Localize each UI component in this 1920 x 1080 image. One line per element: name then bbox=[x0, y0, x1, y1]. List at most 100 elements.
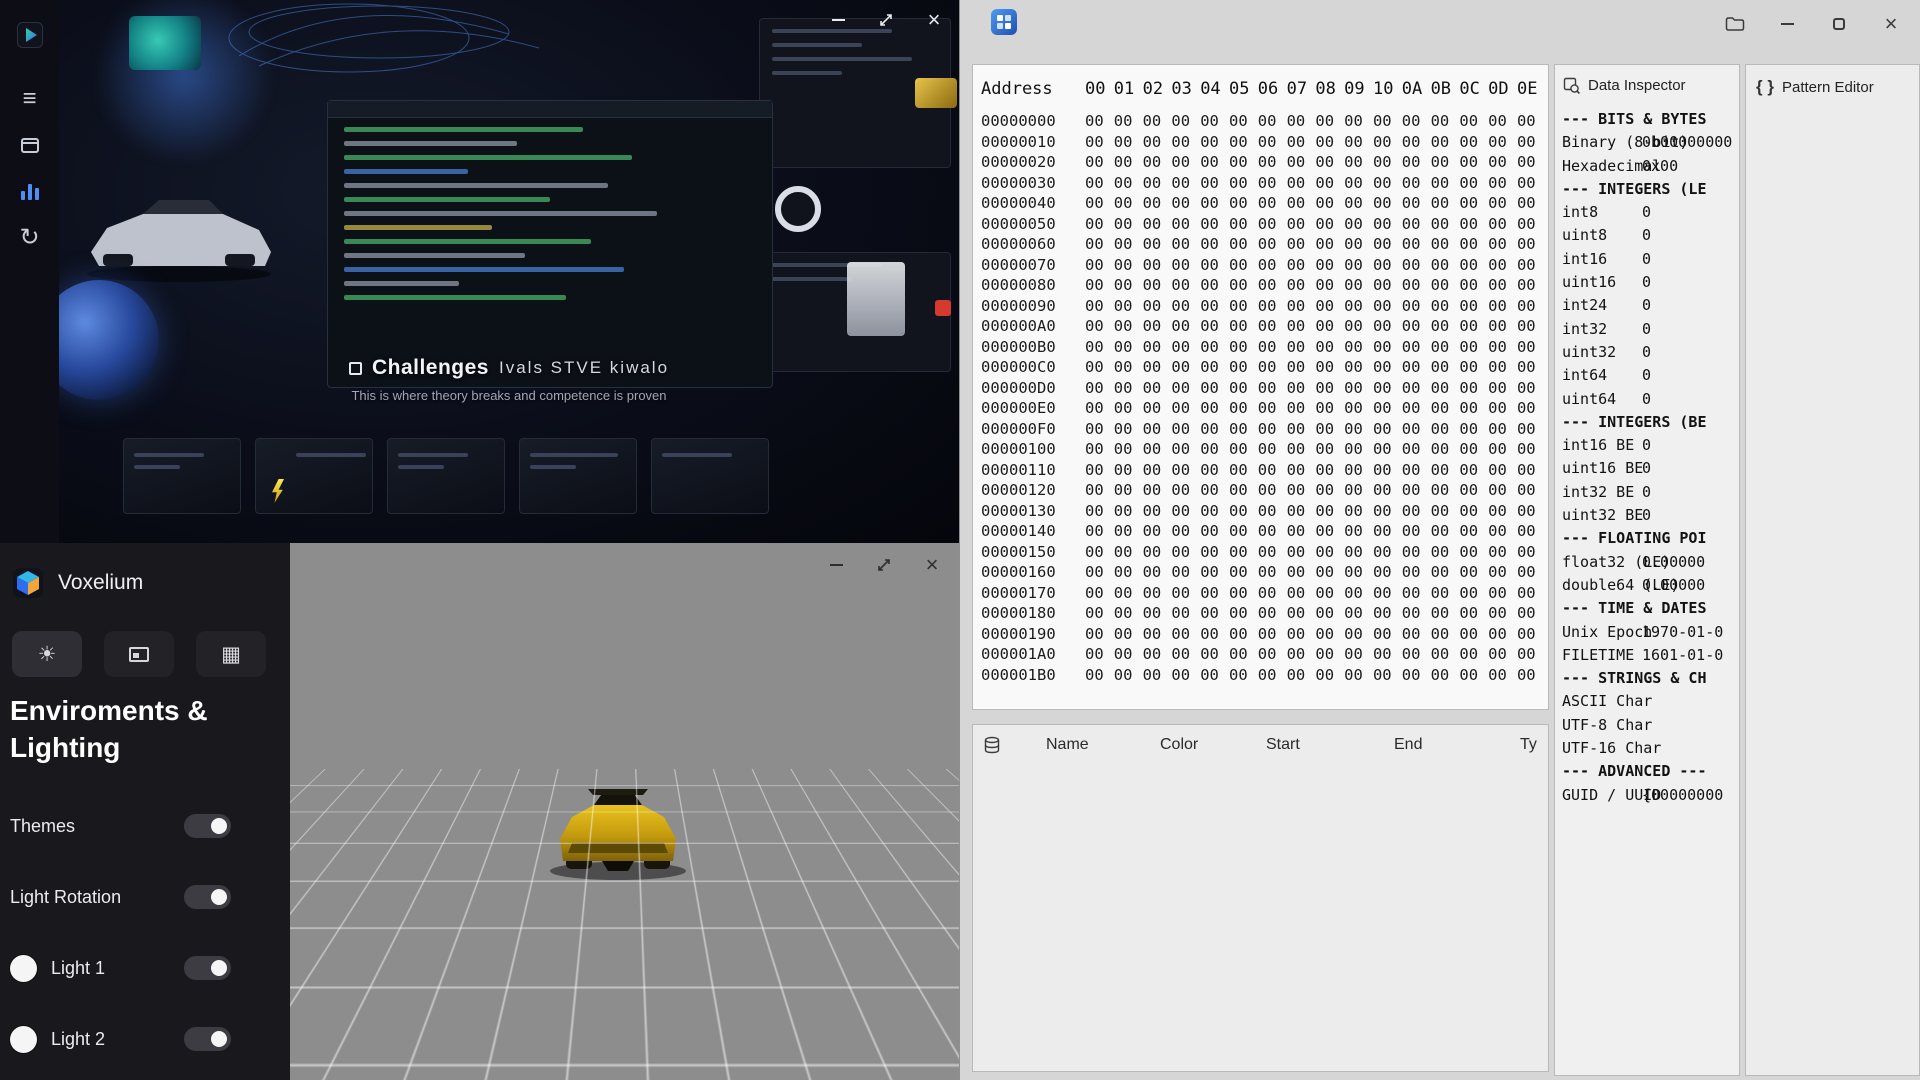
hex-byte-cell[interactable]: 00 bbox=[1373, 480, 1402, 501]
hex-byte-cell[interactable]: 00 bbox=[1229, 357, 1258, 378]
hex-byte-cell[interactable]: 00 bbox=[1229, 501, 1258, 522]
hex-byte-cell[interactable]: 00 bbox=[1373, 316, 1402, 337]
hex-byte-cell[interactable]: 00 bbox=[1085, 521, 1114, 542]
hex-byte-cell[interactable]: 00 bbox=[1258, 255, 1287, 276]
toggle-switch[interactable] bbox=[184, 885, 231, 909]
hex-byte-cell[interactable]: 00 bbox=[1258, 521, 1287, 542]
grid-tool-button[interactable]: ▦ bbox=[196, 631, 266, 677]
clapboard-icon[interactable] bbox=[0, 122, 59, 168]
hex-row[interactable]: 0000002000000000000000000000000000000000 bbox=[981, 152, 1548, 173]
hex-row[interactable]: 0000012000000000000000000000000000000000 bbox=[981, 480, 1548, 501]
hex-byte-cell[interactable]: 00 bbox=[1459, 378, 1488, 399]
hex-byte-cell[interactable]: 00 bbox=[1258, 214, 1287, 235]
hex-byte-cell[interactable]: 00 bbox=[1402, 193, 1431, 214]
hex-byte-cell[interactable]: 00 bbox=[1085, 234, 1114, 255]
hex-byte-cell[interactable]: 00 bbox=[1114, 337, 1143, 358]
hex-byte-cell[interactable]: 00 bbox=[1114, 419, 1143, 440]
hex-byte-cell[interactable]: 00 bbox=[1229, 255, 1258, 276]
hex-byte-cell[interactable]: 00 bbox=[1200, 214, 1229, 235]
hex-byte-cell[interactable]: 00 bbox=[1229, 214, 1258, 235]
hex-byte-cell[interactable]: 00 bbox=[1258, 275, 1287, 296]
hex-byte-cell[interactable]: 00 bbox=[1171, 132, 1200, 153]
hex-row[interactable]: 0000003000000000000000000000000000000000 bbox=[981, 173, 1548, 194]
hex-byte-cell[interactable]: 00 bbox=[1143, 255, 1172, 276]
hex-byte-cell[interactable]: 00 bbox=[1258, 398, 1287, 419]
viewport-3d[interactable]: × bbox=[290, 543, 959, 1080]
hex-byte-cell[interactable]: 00 bbox=[1200, 193, 1229, 214]
hex-byte-cell[interactable]: 00 bbox=[1085, 624, 1114, 645]
hex-byte-cell[interactable]: 00 bbox=[1143, 316, 1172, 337]
hex-byte-cell[interactable]: 00 bbox=[1517, 665, 1546, 686]
hex-byte-cell[interactable]: 00 bbox=[1287, 624, 1316, 645]
hex-byte-cell[interactable]: 00 bbox=[1517, 111, 1546, 132]
hex-byte-cell[interactable]: 00 bbox=[1488, 296, 1517, 317]
hex-row[interactable]: 0000015000000000000000000000000000000000 bbox=[981, 542, 1548, 563]
bookmarks-column-header[interactable]: Ty bbox=[1520, 736, 1537, 754]
hex-byte-cell[interactable]: 00 bbox=[1402, 152, 1431, 173]
hex-byte-cell[interactable]: 00 bbox=[1114, 152, 1143, 173]
hex-byte-cell[interactable]: 00 bbox=[1143, 296, 1172, 317]
video-thumbnail[interactable] bbox=[651, 438, 769, 514]
hex-byte-cell[interactable]: 00 bbox=[1200, 316, 1229, 337]
hex-byte-cell[interactable]: 00 bbox=[1315, 562, 1344, 583]
hex-byte-cell[interactable]: 00 bbox=[1431, 542, 1460, 563]
hex-byte-cell[interactable]: 00 bbox=[1373, 173, 1402, 194]
hex-row[interactable]: 0000013000000000000000000000000000000000 bbox=[981, 501, 1548, 522]
hex-byte-cell[interactable]: 00 bbox=[1287, 296, 1316, 317]
hex-byte-cell[interactable]: 00 bbox=[1258, 501, 1287, 522]
hex-byte-cell[interactable]: 00 bbox=[1114, 542, 1143, 563]
hex-byte-cell[interactable]: 00 bbox=[1315, 214, 1344, 235]
hex-byte-cell[interactable]: 00 bbox=[1488, 562, 1517, 583]
inspector-row[interactable]: Binary (8-bit)0b00000000 bbox=[1562, 131, 1739, 154]
hex-byte-cell[interactable]: 00 bbox=[1488, 173, 1517, 194]
hex-byte-cell[interactable]: 00 bbox=[1171, 480, 1200, 501]
hex-byte-cell[interactable]: 00 bbox=[1143, 644, 1172, 665]
hex-byte-cell[interactable]: 00 bbox=[1431, 255, 1460, 276]
hex-byte-cell[interactable]: 00 bbox=[1344, 193, 1373, 214]
hex-byte-cell[interactable]: 00 bbox=[1229, 583, 1258, 604]
hex-byte-cell[interactable]: 00 bbox=[1200, 255, 1229, 276]
hex-byte-cell[interactable]: 00 bbox=[1171, 603, 1200, 624]
hex-byte-cell[interactable]: 00 bbox=[1402, 111, 1431, 132]
hex-row[interactable]: 000000B000000000000000000000000000000000 bbox=[981, 337, 1548, 358]
hex-byte-cell[interactable]: 00 bbox=[1373, 296, 1402, 317]
hex-byte-cell[interactable]: 00 bbox=[1114, 501, 1143, 522]
menu-icon[interactable]: ≡ bbox=[0, 76, 59, 122]
hex-byte-cell[interactable]: 00 bbox=[1200, 378, 1229, 399]
hex-byte-cell[interactable]: 00 bbox=[1459, 193, 1488, 214]
hex-byte-cell[interactable]: 00 bbox=[1200, 357, 1229, 378]
inspector-row[interactable]: int80 bbox=[1562, 201, 1739, 224]
refresh-icon[interactable]: ↻ bbox=[0, 214, 59, 260]
hex-byte-cell[interactable]: 00 bbox=[1431, 603, 1460, 624]
inspector-row[interactable]: GUID / UUID{00000000 bbox=[1562, 784, 1739, 807]
hex-row[interactable]: 0000001000000000000000000000000000000000 bbox=[981, 132, 1548, 153]
hex-byte-cell[interactable]: 00 bbox=[1171, 214, 1200, 235]
hex-row[interactable]: 000000D000000000000000000000000000000000 bbox=[981, 378, 1548, 399]
hex-byte-cell[interactable]: 00 bbox=[1200, 398, 1229, 419]
brightness-tool-button[interactable]: ☀ bbox=[12, 631, 82, 677]
hex-byte-cell[interactable]: 00 bbox=[1200, 275, 1229, 296]
hex-byte-cell[interactable]: 00 bbox=[1315, 398, 1344, 419]
hex-byte-cell[interactable]: 00 bbox=[1517, 173, 1546, 194]
hex-byte-cell[interactable]: 00 bbox=[1143, 542, 1172, 563]
inspector-row[interactable]: uint320 bbox=[1562, 341, 1739, 364]
hex-byte-cell[interactable]: 00 bbox=[1229, 460, 1258, 481]
hex-byte-cell[interactable]: 00 bbox=[1287, 132, 1316, 153]
hex-byte-cell[interactable]: 00 bbox=[1373, 603, 1402, 624]
hex-byte-cell[interactable]: 00 bbox=[1373, 542, 1402, 563]
hex-byte-cell[interactable]: 00 bbox=[1085, 193, 1114, 214]
hex-byte-cell[interactable]: 00 bbox=[1229, 624, 1258, 645]
maximize-button[interactable] bbox=[873, 8, 899, 32]
hex-byte-cell[interactable]: 00 bbox=[1344, 665, 1373, 686]
hex-byte-cell[interactable]: 00 bbox=[1488, 398, 1517, 419]
hex-byte-cell[interactable]: 00 bbox=[1344, 644, 1373, 665]
car-model[interactable] bbox=[542, 777, 694, 881]
hex-byte-cell[interactable]: 00 bbox=[1258, 357, 1287, 378]
hex-byte-cell[interactable]: 00 bbox=[1315, 480, 1344, 501]
hex-byte-cell[interactable]: 00 bbox=[1431, 562, 1460, 583]
inspector-row[interactable]: uint160 bbox=[1562, 271, 1739, 294]
minimize-button[interactable] bbox=[823, 553, 849, 577]
hex-byte-cell[interactable]: 00 bbox=[1315, 521, 1344, 542]
hex-byte-cell[interactable]: 00 bbox=[1517, 357, 1546, 378]
hex-byte-cell[interactable]: 00 bbox=[1171, 152, 1200, 173]
